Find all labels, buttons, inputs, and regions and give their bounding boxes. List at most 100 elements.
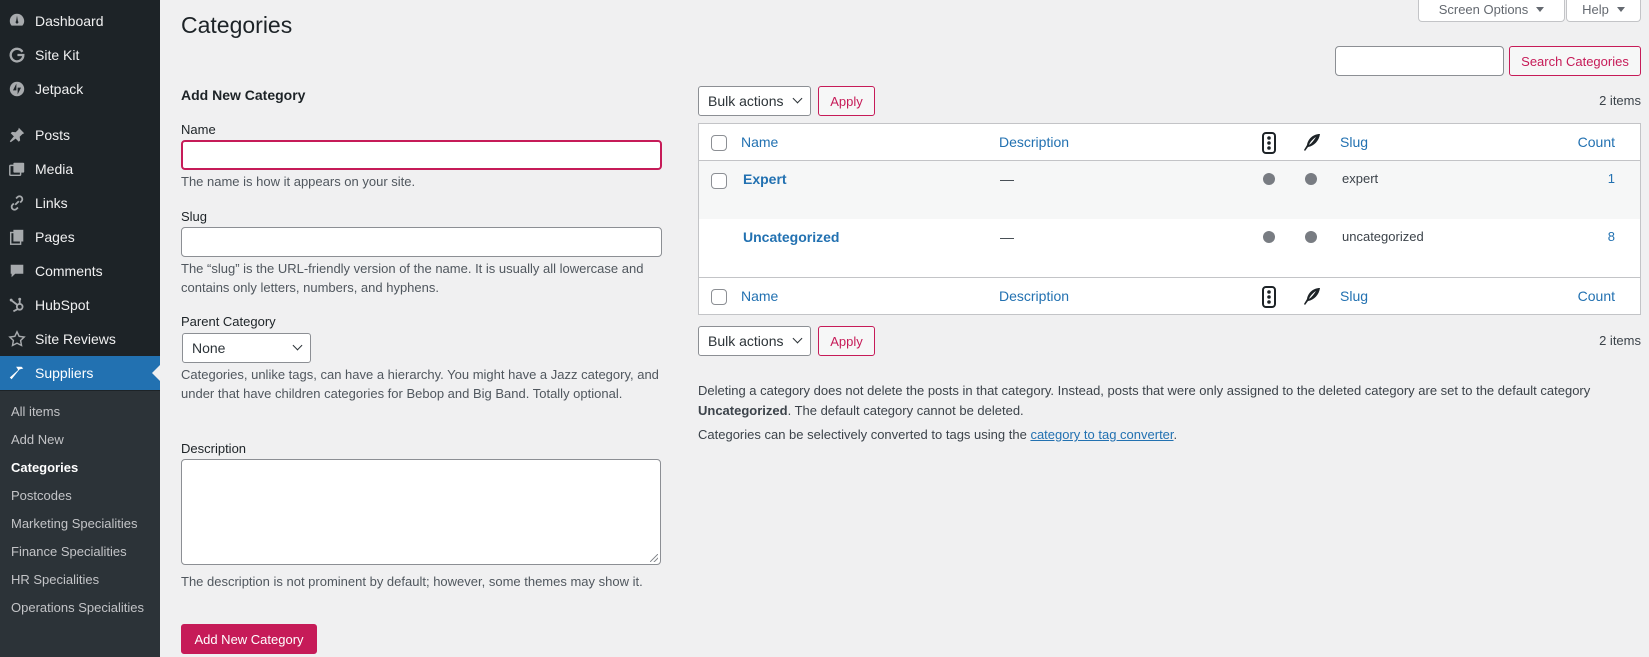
- category-name-link[interactable]: Expert: [743, 171, 787, 187]
- slug-label: Slug: [181, 209, 208, 224]
- row-checkbox[interactable]: [711, 173, 727, 189]
- submenu-add-new[interactable]: Add New: [11, 430, 156, 449]
- hammer-icon: [7, 363, 27, 383]
- traffic-light-icon: [1261, 132, 1277, 157]
- suppliers-submenu: All items Add New Categories Postcodes M…: [0, 391, 160, 657]
- status-dot-icon: [1263, 231, 1275, 243]
- submenu-operations-specialities[interactable]: Operations Specialities: [11, 598, 156, 617]
- menu-label: Comments: [35, 263, 103, 279]
- parent-category-select[interactable]: None: [182, 333, 311, 363]
- star-icon: [7, 329, 27, 349]
- menu-item-posts[interactable]: Posts: [0, 118, 160, 152]
- pushpin-icon: [7, 125, 27, 145]
- table-row: Uncategorized — uncategorized 8: [699, 219, 1640, 277]
- resize-handle-icon[interactable]: [650, 554, 658, 562]
- feather-icon: [1302, 132, 1322, 155]
- column-description[interactable]: Description: [999, 134, 1069, 150]
- feather-icon: [1302, 286, 1322, 309]
- chevron-down-icon: [792, 333, 803, 344]
- category-name-link[interactable]: Uncategorized: [743, 229, 839, 245]
- hubspot-icon: [7, 295, 27, 315]
- screen-options-label: Screen Options: [1438, 2, 1529, 17]
- menu-item-jetpack[interactable]: Jetpack: [0, 72, 160, 106]
- caret-down-icon: [1536, 7, 1545, 12]
- menu-item-media[interactable]: Media: [0, 152, 160, 186]
- submenu-categories[interactable]: Categories: [11, 458, 156, 477]
- menu-label: Suppliers: [35, 365, 94, 381]
- table-row: Expert — expert 1: [699, 161, 1640, 219]
- category-description: —: [1000, 171, 1014, 187]
- menu-label: Dashboard: [35, 13, 104, 29]
- menu-item-site-reviews[interactable]: Site Reviews: [0, 322, 160, 356]
- converter-note: Categories can be selectively converted …: [698, 427, 1178, 442]
- apply-button-top[interactable]: Apply: [818, 86, 875, 116]
- slug-input[interactable]: [181, 227, 662, 257]
- name-description: The name is how it appears on your site.: [181, 174, 416, 189]
- category-slug: uncategorized: [1342, 229, 1424, 244]
- column-name[interactable]: Name: [741, 134, 778, 150]
- category-count-link[interactable]: 8: [1608, 229, 1615, 244]
- dashboard-icon: [7, 11, 27, 31]
- media-icon: [7, 159, 27, 179]
- menu-item-pages[interactable]: Pages: [0, 220, 160, 254]
- menu-label: Site Reviews: [35, 331, 116, 347]
- column-count[interactable]: Count: [1578, 134, 1615, 150]
- description-help: The description is not prominent by defa…: [181, 574, 643, 589]
- category-to-tag-converter-link[interactable]: category to tag converter: [1030, 427, 1173, 442]
- traffic-light-icon: [1261, 286, 1277, 311]
- add-new-category-button[interactable]: Add New Category: [181, 624, 317, 654]
- select-all-checkbox[interactable]: [711, 135, 727, 151]
- bulk-actions-select-bottom[interactable]: Bulk actions: [698, 326, 811, 356]
- link-icon: [7, 193, 27, 213]
- bulk-actions-select-top[interactable]: Bulk actions: [698, 86, 811, 116]
- menu-item-links[interactable]: Links: [0, 186, 160, 220]
- chevron-down-icon: [792, 93, 803, 104]
- column-count[interactable]: Count: [1578, 288, 1615, 304]
- category-count-link[interactable]: 1: [1608, 171, 1615, 186]
- help-button[interactable]: Help: [1566, 0, 1641, 22]
- items-count-top: 2 items: [1599, 93, 1641, 108]
- apply-button-bottom[interactable]: Apply: [818, 326, 875, 356]
- screen-options-button[interactable]: Screen Options: [1418, 0, 1565, 22]
- chevron-down-icon: [292, 340, 303, 351]
- category-description: —: [1000, 229, 1014, 245]
- submenu-marketing-specialities[interactable]: Marketing Specialities: [11, 514, 156, 533]
- comment-icon: [7, 261, 27, 281]
- status-dot-icon: [1305, 231, 1317, 243]
- parent-category-description: Categories, unlike tags, can have a hier…: [181, 367, 659, 401]
- submenu-all-items[interactable]: All items: [11, 402, 156, 421]
- menu-item-site-kit[interactable]: Site Kit: [0, 38, 160, 72]
- column-slug[interactable]: Slug: [1340, 134, 1368, 150]
- google-g-icon: [7, 45, 27, 65]
- items-count-bottom: 2 items: [1599, 333, 1641, 348]
- parent-category-label: Parent Category: [181, 314, 276, 329]
- name-input[interactable]: [181, 140, 662, 170]
- description-label: Description: [181, 441, 247, 456]
- menu-item-dashboard[interactable]: Dashboard: [0, 4, 160, 38]
- search-input[interactable]: [1335, 46, 1504, 76]
- column-name[interactable]: Name: [741, 288, 778, 304]
- page-title: Categories: [181, 12, 293, 38]
- column-slug[interactable]: Slug: [1340, 288, 1368, 304]
- submenu-postcodes[interactable]: Postcodes: [11, 486, 156, 505]
- select-all-checkbox-footer[interactable]: [711, 289, 727, 305]
- table-footer: Name Description Slug Count: [699, 277, 1640, 314]
- table-header: Name Description Slug Count: [699, 124, 1640, 161]
- menu-item-hubspot[interactable]: HubSpot: [0, 288, 160, 322]
- submenu-finance-specialities[interactable]: Finance Specialities: [11, 542, 156, 561]
- menu-item-comments[interactable]: Comments: [0, 254, 160, 288]
- jetpack-icon: [7, 79, 27, 99]
- description-textarea[interactable]: [181, 459, 661, 565]
- name-label: Name: [181, 122, 216, 137]
- slug-description: The “slug” is the URL-friendly version o…: [181, 261, 644, 295]
- submenu-hr-specialities[interactable]: HR Specialities: [11, 570, 156, 589]
- status-dot-icon: [1263, 173, 1275, 185]
- admin-sidebar: Dashboard Site Kit Jetpack Posts Media L…: [0, 0, 160, 657]
- menu-label: Media: [35, 161, 74, 177]
- help-label: Help: [1582, 2, 1609, 17]
- caret-down-icon: [1616, 7, 1625, 12]
- menu-item-suppliers[interactable]: Suppliers: [0, 356, 160, 390]
- default-category-name: Uncategorized: [698, 403, 788, 418]
- search-categories-button[interactable]: Search Categories: [1509, 46, 1641, 76]
- column-description[interactable]: Description: [999, 288, 1069, 304]
